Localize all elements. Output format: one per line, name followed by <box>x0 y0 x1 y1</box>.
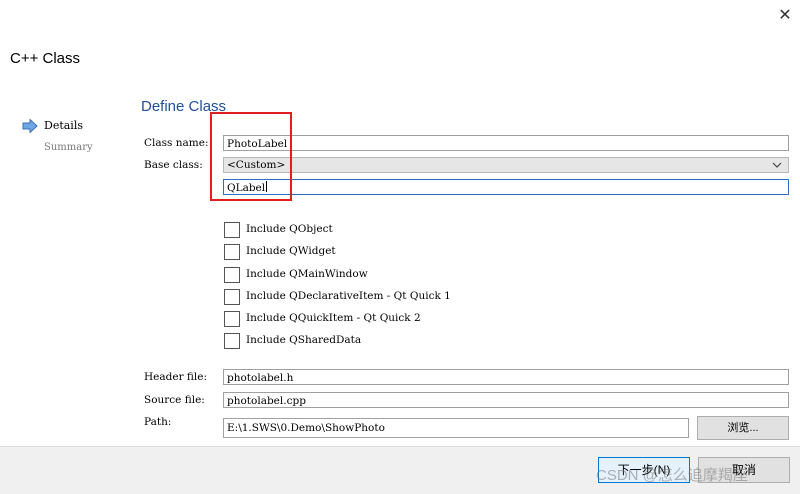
include-qmainwindow-checkbox[interactable]: Include QMainWindow <box>224 267 524 283</box>
source-file-value: photolabel.cpp <box>227 395 306 407</box>
include-qdeclarativeitem-checkbox[interactable]: Include QDeclarativeItem - Qt Quick 1 <box>224 289 524 305</box>
step-details-label: Details <box>44 119 83 132</box>
arrow-right-icon <box>22 119 38 133</box>
include-qdeclarativeitem-label: Include QDeclarativeItem - Qt Quick 1 <box>246 290 451 302</box>
include-qobject-checkbox[interactable]: Include QObject <box>224 222 524 238</box>
highlight-annotation-box <box>210 112 292 201</box>
include-qmainwindow-label: Include QMainWindow <box>246 268 368 280</box>
include-qquickitem-checkbox[interactable]: Include QQuickItem - Qt Quick 2 <box>224 311 524 327</box>
include-qwidget-checkbox[interactable]: Include QWidget <box>224 244 524 260</box>
step-summary: Summary <box>44 142 93 153</box>
class-name-input[interactable]: PhotoLabel <box>223 135 789 151</box>
header-file-input[interactable]: photolabel.h <box>223 369 789 385</box>
include-qquickitem-label: Include QQuickItem - Qt Quick 2 <box>246 312 421 324</box>
step-details: Details <box>22 118 142 136</box>
path-input[interactable]: E:\1.SWS\0.Demo\ShowPhoto <box>223 418 689 438</box>
window-title: C++ Class <box>10 50 81 67</box>
custom-base-class-input[interactable]: QLabel <box>223 179 789 195</box>
watermark: CSDN @怎么追摩羯座 <box>596 467 748 484</box>
checkbox-box <box>224 333 240 349</box>
checkbox-box <box>224 267 240 283</box>
path-label: Path: <box>144 416 172 428</box>
header-file-value: photolabel.h <box>227 372 294 384</box>
checkbox-box <box>224 289 240 305</box>
header-file-label: Header file: <box>144 371 208 383</box>
checkbox-box <box>224 244 240 260</box>
include-qshareddata-label: Include QSharedData <box>246 334 362 346</box>
base-class-select[interactable]: <Custom> <box>223 157 789 173</box>
include-qwidget-label: Include QWidget <box>246 245 336 257</box>
path-value: E:\1.SWS\0.Demo\ShowPhoto <box>227 422 385 434</box>
checkbox-box <box>224 311 240 327</box>
close-icon: ✕ <box>778 5 792 24</box>
checkbox-box <box>224 222 240 238</box>
source-file-label: Source file: <box>144 394 205 406</box>
close-button[interactable]: ✕ <box>774 4 796 26</box>
class-name-label: Class name: <box>144 137 209 149</box>
include-qshareddata-checkbox[interactable]: Include QSharedData <box>224 333 524 349</box>
include-qobject-label: Include QObject <box>246 223 333 235</box>
source-file-input[interactable]: photolabel.cpp <box>223 392 789 408</box>
base-class-label: Base class: <box>144 159 203 171</box>
browse-button[interactable]: 浏览... <box>697 416 789 440</box>
chevron-down-icon <box>772 162 782 168</box>
